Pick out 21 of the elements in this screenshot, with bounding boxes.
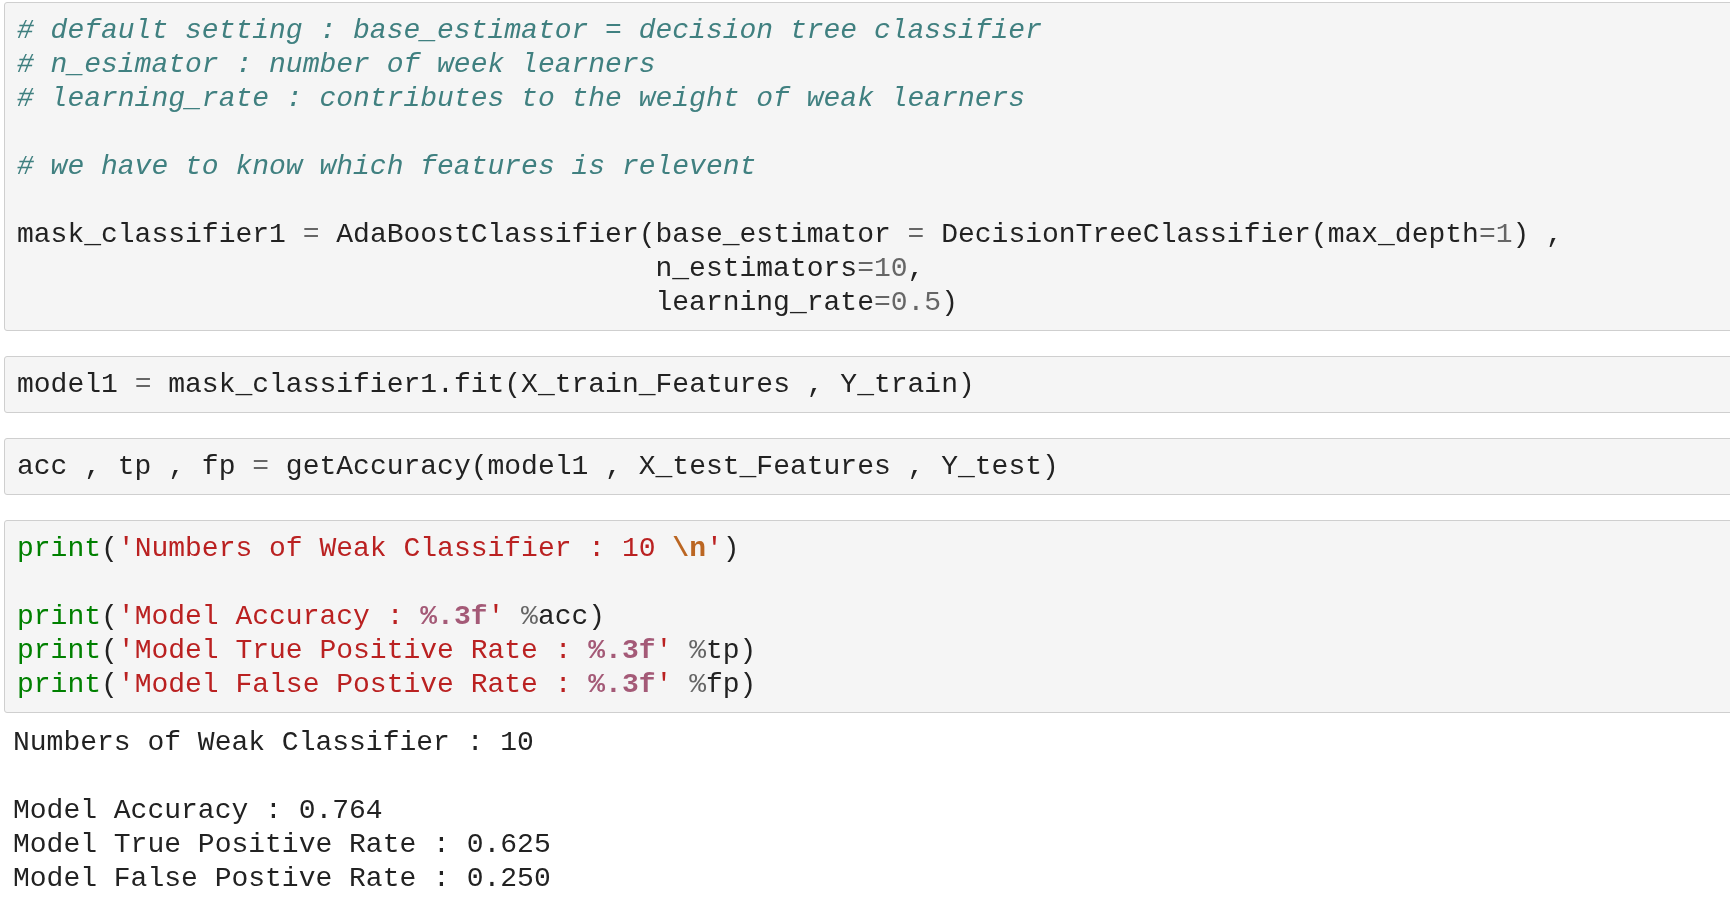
code-line: # learning_rate : contributes to the weight of weak learners [17,82,1026,116]
code-cell[interactable]: print('Numbers of Weak Classifier : 10 \n') print('Model Accuracy : %.3f' %acc) print('Model True Positive Rate : %.3f' %tp) print('Model False Postive Rate : %.3f' %fp) [4,520,1730,713]
code-line: print('Model True Positive Rate : %.3f' %tp) [17,634,757,668]
code-line: print('Numbers of Weak Classifier : 10 \n') [17,532,740,566]
code-line: acc , tp , fp = getAccuracy(model1 , X_test_Features , Y_test) [17,450,1059,484]
code-cell[interactable]: acc , tp , fp = getAccuracy(model1 , X_test_Features , Y_test) [4,438,1730,495]
code-line: learning_rate=0.5) [654,286,958,320]
code-cell[interactable] [4,2,1730,331]
output-line: Model False Postive Rate : 0.250 [13,862,551,896]
code-line: # default setting : base_estimator = decision tree classifier [17,14,1042,48]
code-line: # we have to know which features is relevent [17,150,757,184]
code-line: model1 = mask_classifier1.fit(X_train_Features , Y_train) [17,368,975,402]
code-line: print('Model Accuracy : %.3f' %acc) [17,600,606,634]
output-line: Model True Positive Rate : 0.625 [13,828,551,862]
code-line: # n_esimator : number of week learners [17,48,656,82]
output-line: Model Accuracy : 0.764 [13,794,383,828]
code-line: n_estimators=10, [654,252,925,286]
code-line: print('Model False Postive Rate : %.3f' %fp) [17,668,757,702]
output-line: Numbers of Weak Classifier : 10 [13,726,534,760]
code-cell[interactable]: model1 = mask_classifier1.fit(X_train_Features , Y_train) [4,356,1730,413]
code-line: mask_classifier1 = AdaBoostClassifier(base_estimator = DecisionTreeClassifier(max_depth=1) , [17,218,1563,252]
